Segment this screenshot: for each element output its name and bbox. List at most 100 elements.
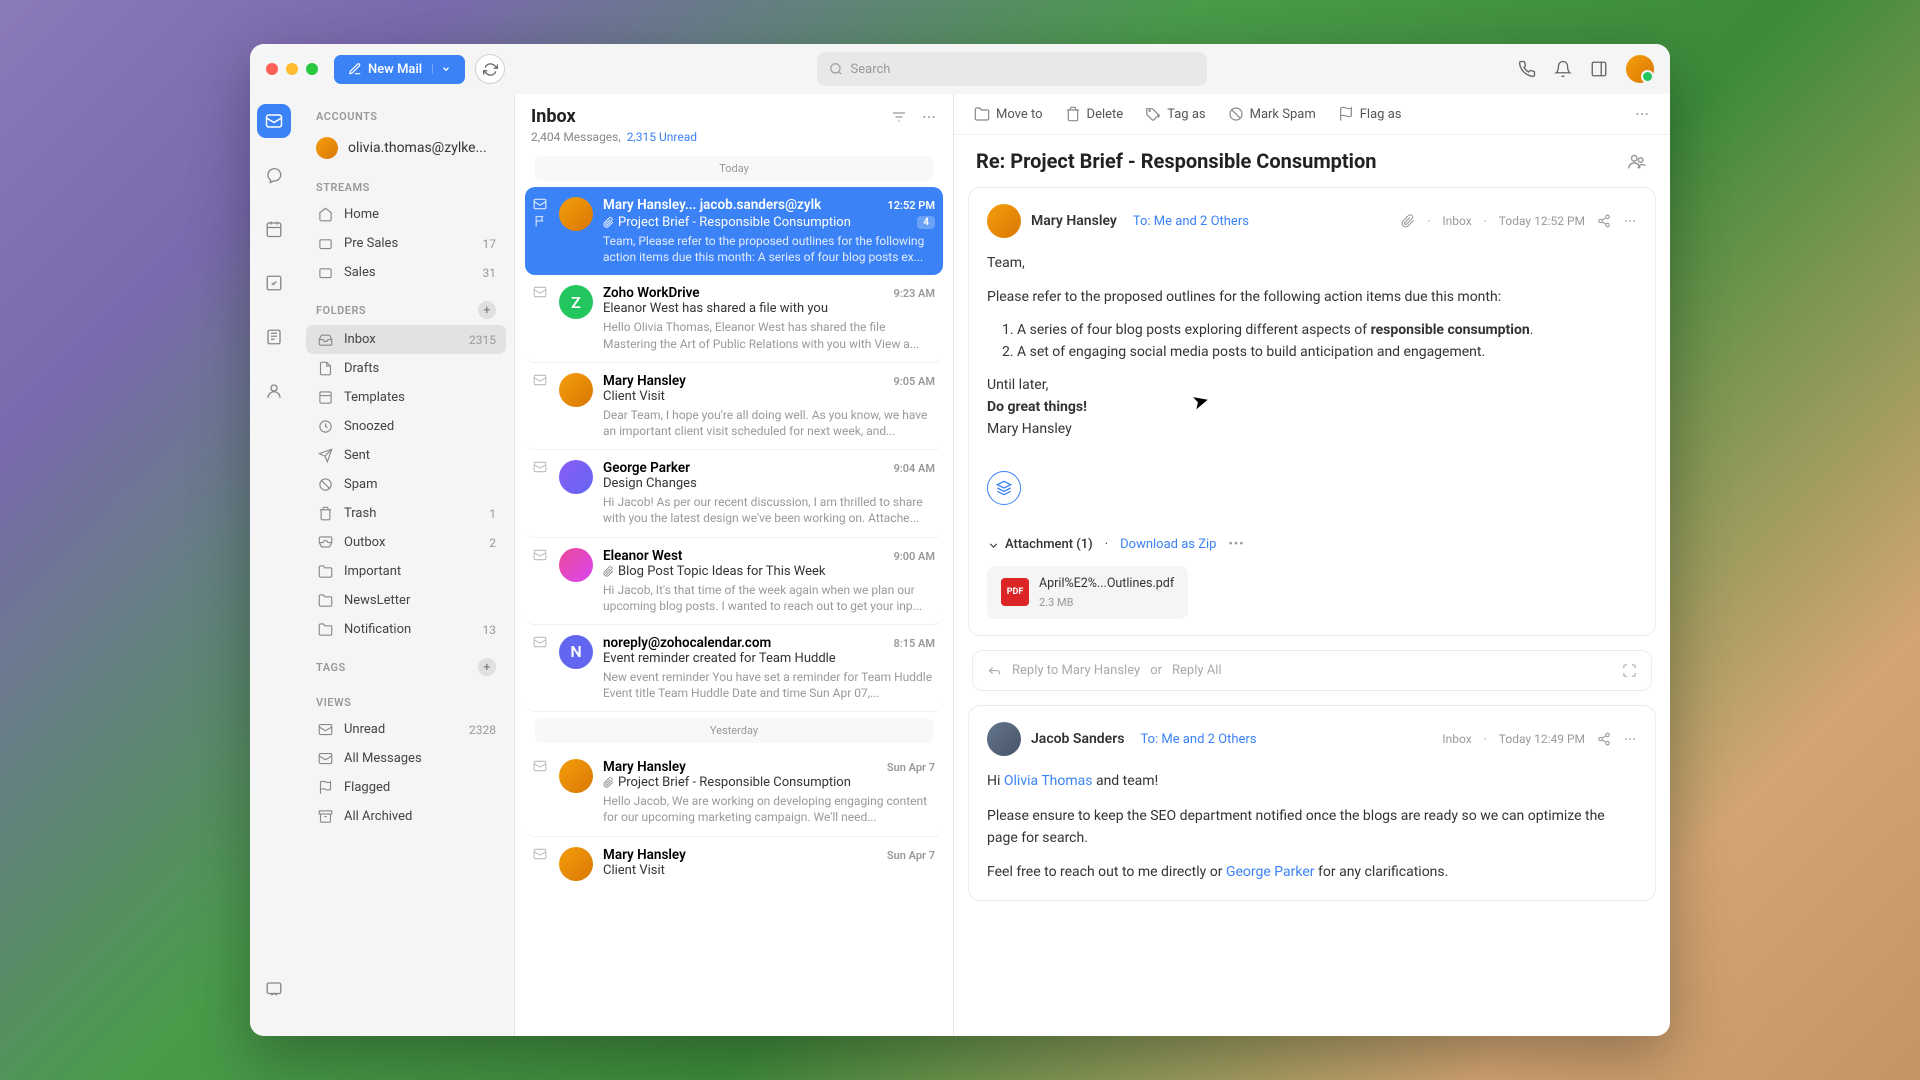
tag-button[interactable]: Tag as <box>1145 106 1205 122</box>
rail-contacts-icon[interactable] <box>257 374 291 408</box>
message-scroll[interactable]: Today Mary Hansley... jacob.sanders@zylk… <box>515 150 953 1036</box>
sidebar-item-snoozed[interactable]: Snoozed <box>306 412 506 441</box>
sidebar-item-newsletter[interactable]: NewsLetter <box>306 586 506 615</box>
chevron-down-icon[interactable] <box>432 64 451 74</box>
message-item[interactable]: N noreply@zohocalendar.com8:15 AM Event … <box>525 625 943 712</box>
message-item[interactable]: Mary Hansley9:05 AM Client Visit Dear Te… <box>525 363 943 450</box>
refresh-button[interactable] <box>475 54 505 84</box>
rail-calendar-icon[interactable] <box>257 212 291 246</box>
sidebar-item-notification[interactable]: Notification13 <box>306 615 506 644</box>
more-icon[interactable] <box>1623 214 1637 228</box>
flag-button[interactable]: Flag as <box>1338 106 1402 122</box>
reply-all-link[interactable]: Reply All <box>1172 663 1222 678</box>
sidebar-item-home[interactable]: Home <box>306 200 506 229</box>
bell-icon[interactable] <box>1554 60 1572 78</box>
message-count: 2,404 Messages, 2,315 Unread <box>531 130 937 144</box>
message-item[interactable]: Mary Hansley... jacob.sanders@zylk12:52 … <box>525 187 943 275</box>
sidebar-item-drafts[interactable]: Drafts <box>306 354 506 383</box>
message-item[interactable]: Z Zoho WorkDrive9:23 AM Eleanor West has… <box>525 275 943 362</box>
sidebar-item-inbox[interactable]: Inbox2315 <box>306 325 506 354</box>
recipients[interactable]: To: Me and 2 Others <box>1133 214 1249 229</box>
draft-icon <box>316 361 334 376</box>
attachment-chip[interactable]: PDF April%E2%...Outlines.pdf 2.3 MB <box>987 566 1188 620</box>
people-icon[interactable] <box>1626 150 1648 172</box>
trash-icon <box>1065 106 1081 122</box>
sidebar-item-sent[interactable]: Sent <box>306 441 506 470</box>
message-preview: Hi Jacob! As per our recent discussion, … <box>603 494 935 526</box>
sidebar-item-trash[interactable]: Trash1 <box>306 499 506 528</box>
sidebar-item-sales[interactable]: Sales31 <box>306 258 506 287</box>
flag-icon[interactable] <box>534 215 547 228</box>
mention-link[interactable]: Olivia Thomas <box>1004 773 1093 789</box>
message-item[interactable]: Mary HansleySun Apr 7 Project Brief - Re… <box>525 749 943 836</box>
more-icon[interactable] <box>921 109 937 125</box>
mention-link[interactable]: George Parker <box>1226 864 1315 880</box>
download-zip-link[interactable]: Download as Zip <box>1120 535 1216 556</box>
thread-messages[interactable]: Mary Hansley To: Me and 2 Others · Inbox… <box>954 187 1670 1036</box>
rail-chat-icon[interactable] <box>257 158 291 192</box>
share-icon[interactable] <box>1597 732 1611 746</box>
folder-icon <box>316 564 334 579</box>
phone-icon[interactable] <box>1518 60 1536 78</box>
add-folder-button[interactable]: + <box>478 301 496 319</box>
reply-bar[interactable]: Reply to Mary Hansley or Reply All <box>972 650 1652 691</box>
sidebar-item-templates[interactable]: Templates <box>306 383 506 412</box>
folders-header: FOLDERS+ <box>306 295 506 325</box>
sidebar-item-important[interactable]: Important <box>306 557 506 586</box>
sender-avatar: Z <box>559 285 593 319</box>
rail-feedback-icon[interactable] <box>257 972 291 1006</box>
sidebar: ACCOUNTS olivia.thomas@zylke... STREAMS … <box>298 94 514 1036</box>
more-icon[interactable] <box>1623 732 1637 746</box>
maximize-window-button[interactable] <box>306 63 318 75</box>
new-mail-label: New Mail <box>368 62 422 77</box>
date-header-today: Today <box>535 156 933 181</box>
sidebar-item-unread[interactable]: Unread2328 <box>306 715 506 744</box>
expand-icon[interactable] <box>1622 663 1637 678</box>
minimize-window-button[interactable] <box>286 63 298 75</box>
trash-icon <box>316 506 334 521</box>
sent-icon <box>316 448 334 463</box>
rail-mail-icon[interactable] <box>257 104 291 138</box>
message-item[interactable]: Eleanor West9:00 AM Blog Post Topic Idea… <box>525 538 943 625</box>
message-subject: Blog Post Topic Ideas for This Week <box>603 564 935 579</box>
attachment-icon <box>603 566 614 577</box>
message-sender: Mary Hansley <box>603 759 686 775</box>
move-to-button[interactable]: Move to <box>974 106 1043 122</box>
account-item[interactable]: olivia.thomas@zylke... <box>306 129 506 167</box>
recipients[interactable]: To: Me and 2 Others <box>1140 732 1256 747</box>
message-item[interactable]: Mary HansleySun Apr 7 Client Visit <box>525 837 943 891</box>
rail-notes-icon[interactable] <box>257 320 291 354</box>
titlebar-right <box>1518 55 1654 83</box>
message-item[interactable]: George Parker9:04 AM Design Changes Hi J… <box>525 450 943 537</box>
sidebar-item-spam[interactable]: Spam <box>306 470 506 499</box>
spam-button[interactable]: Mark Spam <box>1228 106 1316 122</box>
sidebar-item-flagged[interactable]: Flagged <box>306 773 506 802</box>
attachment-more-icon[interactable]: ••• <box>1228 535 1244 556</box>
clock-icon <box>316 419 334 434</box>
message-subject: Design Changes <box>603 476 935 491</box>
message-preview: Hi Jacob, It's that time of the week aga… <box>603 582 935 614</box>
folder-icon <box>974 106 990 122</box>
sidebar-item-archived[interactable]: All Archived <box>306 802 506 831</box>
attachment-icon[interactable] <box>1401 214 1415 228</box>
reading-toolbar: Move to Delete Tag as Mark Spam Flag as <box>954 94 1670 135</box>
delete-button[interactable]: Delete <box>1065 106 1124 122</box>
rail-tasks-icon[interactable] <box>257 266 291 300</box>
panel-icon[interactable] <box>1590 60 1608 78</box>
message-sender: Mary Hansley... jacob.sanders@zylk <box>603 197 821 213</box>
close-window-button[interactable] <box>266 63 278 75</box>
search-input[interactable]: Search <box>817 52 1207 86</box>
smart-assist-button[interactable] <box>987 471 1021 505</box>
new-mail-button[interactable]: New Mail <box>334 55 465 84</box>
sidebar-item-outbox[interactable]: Outbox2 <box>306 528 506 557</box>
sidebar-item-allmessages[interactable]: All Messages <box>306 744 506 773</box>
more-icon[interactable] <box>1634 106 1650 122</box>
sender-name: Mary Hansley <box>1031 213 1117 229</box>
user-avatar[interactable] <box>1626 55 1654 83</box>
filter-icon[interactable] <box>891 109 907 125</box>
mail-icon <box>533 759 547 773</box>
share-icon[interactable] <box>1597 214 1611 228</box>
sidebar-item-presales[interactable]: Pre Sales17 <box>306 229 506 258</box>
add-tag-button[interactable]: + <box>478 658 496 676</box>
message-preview: Hello Olivia Thomas, Eleanor West has sh… <box>603 319 935 351</box>
